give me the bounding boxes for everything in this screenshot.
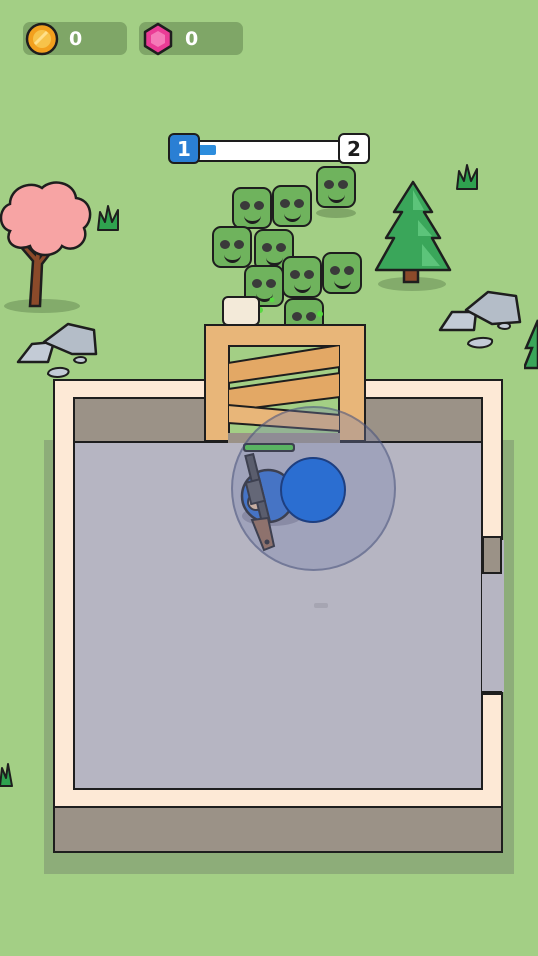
virtual-joystick-knob[interactable] (280, 457, 346, 523)
coin-counter: 0 (23, 22, 127, 56)
level-progress-bar: 1 2 (168, 133, 370, 166)
gem-icon (143, 22, 173, 56)
next-level-badge: 2 (338, 133, 370, 164)
pine-tree-icon (374, 180, 452, 291)
coin-count: 0 (69, 28, 83, 50)
grass-tuft-icon (0, 763, 13, 787)
room-bottom-wall-face (53, 806, 503, 853)
zombie-icon[interactable] (316, 166, 356, 208)
level-progress-track (186, 140, 356, 162)
room-right-lower-cap (482, 691, 502, 695)
rock-cluster-right-icon (438, 290, 522, 349)
grass-tuft-icon (97, 205, 119, 231)
rock-cluster-left-icon (16, 322, 98, 378)
zombie-icon[interactable] (322, 252, 362, 294)
current-level-badge: 1 (168, 133, 200, 164)
grass-tuft-icon (456, 164, 478, 190)
coin-icon (25, 22, 59, 56)
zombie-icon[interactable] (212, 226, 252, 268)
floor-debris (314, 603, 328, 608)
gem-counter: 0 (139, 22, 243, 56)
pink-tree-icon (0, 181, 92, 313)
zombie-icon[interactable] (272, 185, 312, 227)
jar-item-icon[interactable] (222, 296, 260, 326)
gem-count: 0 (185, 28, 199, 50)
zombie-icon[interactable] (232, 187, 272, 229)
room-right-wall-face (482, 536, 502, 574)
